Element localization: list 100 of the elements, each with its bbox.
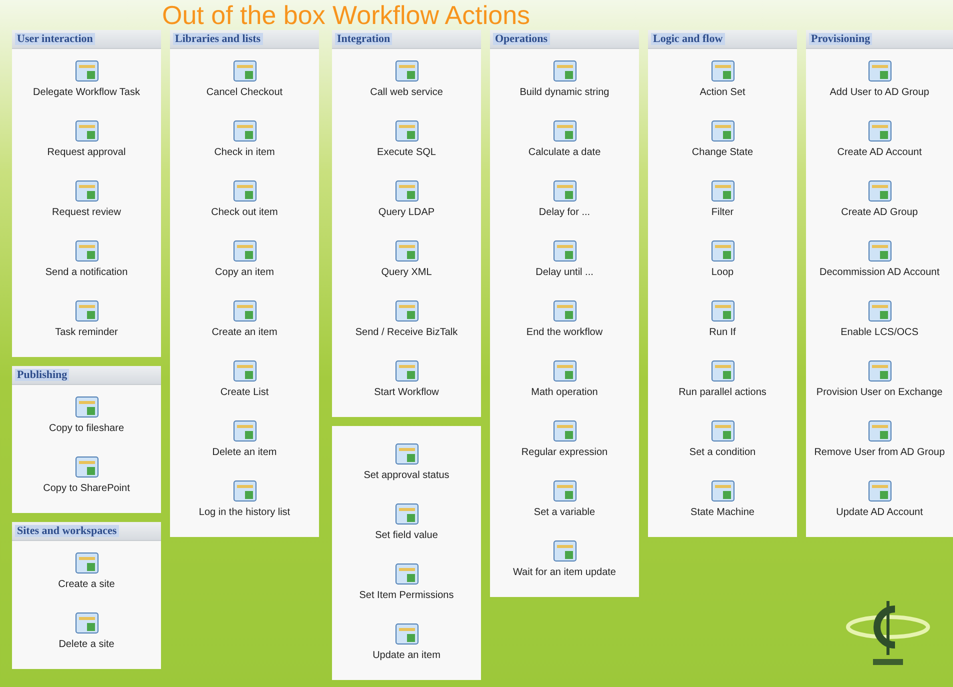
action-item[interactable]: Delay until ... (490, 229, 639, 289)
action-item[interactable]: Delete an item (170, 409, 319, 469)
action-item[interactable]: Set field value (332, 492, 481, 552)
action-item[interactable]: Create a site (12, 541, 161, 601)
action-item[interactable]: Create an item (170, 289, 319, 349)
action-item[interactable]: Add User to AD Group (806, 49, 953, 109)
action-tile-icon (232, 179, 256, 203)
action-item[interactable]: Execute SQL (332, 109, 481, 169)
action-tile-icon (394, 442, 418, 466)
action-item[interactable]: Set a variable (490, 469, 639, 529)
slide-title: Out of the box Workflow Actions (161, 0, 532, 30)
action-tile-icon (868, 179, 892, 203)
action-tile-icon (394, 299, 418, 323)
action-tile-icon (74, 59, 98, 83)
panel-heading: Integration (335, 33, 392, 45)
action-tile-icon (552, 419, 576, 443)
action-tile-icon (868, 479, 892, 503)
action-tile-icon (868, 419, 892, 443)
action-tile-icon (74, 239, 98, 263)
action-tile-icon (74, 551, 98, 575)
action-tile-icon (868, 299, 892, 323)
action-item[interactable]: Remove User from AD Group (806, 409, 953, 469)
panel-heading: Sites and workspaces (15, 525, 119, 537)
action-item[interactable]: Request approval (12, 109, 161, 169)
action-tile-icon (74, 179, 98, 203)
action-item[interactable]: Set a condition (648, 409, 797, 469)
action-item[interactable]: Task reminder (12, 289, 161, 349)
action-tile-icon (552, 239, 576, 263)
action-item[interactable]: Request review (12, 169, 161, 229)
action-item[interactable]: Filter (648, 169, 797, 229)
action-tile-icon (552, 299, 576, 323)
panel-heading: Provisioning (809, 33, 872, 45)
action-tile-icon (232, 239, 256, 263)
action-item[interactable]: State Machine (648, 469, 797, 529)
action-item[interactable]: End the workflow (490, 289, 639, 349)
action-tile-icon (232, 59, 256, 83)
action-tile-icon (868, 239, 892, 263)
action-item[interactable]: Regular expression (490, 409, 639, 469)
action-tile-icon (868, 359, 892, 383)
action-item[interactable]: Delegate Workflow Task (12, 49, 161, 109)
action-item[interactable]: Action Set (648, 49, 797, 109)
action-tile-icon (74, 455, 98, 479)
action-item[interactable]: Set Item Permissions (332, 552, 481, 612)
action-item[interactable]: Enable LCS/OCS (806, 289, 953, 349)
panel-heading: Logic and flow (651, 33, 725, 45)
action-tile-icon (394, 562, 418, 586)
action-item[interactable]: Math operation (490, 349, 639, 409)
action-item[interactable]: Wait for an item update (490, 529, 639, 589)
action-item[interactable]: Create List (170, 349, 319, 409)
action-item[interactable]: Copy to fileshare (12, 385, 161, 445)
action-tile-icon (74, 395, 98, 419)
action-item[interactable]: Copy an item (170, 229, 319, 289)
action-tile-icon (710, 119, 734, 143)
action-tile-icon (552, 359, 576, 383)
action-item[interactable]: Query XML (332, 229, 481, 289)
action-item[interactable]: Create AD Account (806, 109, 953, 169)
action-item[interactable]: Loop (648, 229, 797, 289)
action-item[interactable]: Send / Receive BizTalk (332, 289, 481, 349)
action-tile-icon (232, 299, 256, 323)
action-item[interactable]: Check in item (170, 109, 319, 169)
action-tile-icon (868, 119, 892, 143)
action-item[interactable]: Start Workflow (332, 349, 481, 409)
panel-heading: Operations (493, 33, 550, 45)
action-item[interactable]: Run If (648, 289, 797, 349)
action-item[interactable]: Copy to SharePoint (12, 445, 161, 505)
action-item[interactable]: Build dynamic string (490, 49, 639, 109)
action-item[interactable]: Provision User on Exchange (806, 349, 953, 409)
action-item[interactable]: Log in the history list (170, 469, 319, 529)
action-item[interactable]: Calculate a date (490, 109, 639, 169)
action-tile-icon (394, 179, 418, 203)
action-item[interactable]: Update AD Account (806, 469, 953, 529)
action-tile-icon (394, 119, 418, 143)
action-tile-icon (868, 59, 892, 83)
action-tile-icon (232, 419, 256, 443)
panel-heading: Publishing (15, 369, 70, 381)
action-item[interactable]: Check out item (170, 169, 319, 229)
action-item[interactable]: Change State (648, 109, 797, 169)
action-tile-icon (74, 299, 98, 323)
action-item[interactable]: Delete a site (12, 601, 161, 661)
action-tile-icon (552, 539, 576, 563)
action-tile-icon (74, 119, 98, 143)
action-item[interactable]: Cancel Checkout (170, 49, 319, 109)
action-item[interactable]: Decommission AD Account (806, 229, 953, 289)
action-tile-icon (232, 359, 256, 383)
action-item[interactable]: Call web service (332, 49, 481, 109)
action-item[interactable]: Query LDAP (332, 169, 481, 229)
action-tile-icon (710, 479, 734, 503)
action-tile-icon (552, 59, 576, 83)
action-item[interactable]: Update an item (332, 612, 481, 672)
action-item[interactable]: Create AD Group (806, 169, 953, 229)
action-tile-icon (710, 359, 734, 383)
action-item[interactable]: Set approval status (332, 432, 481, 492)
action-item[interactable]: Delay for ... (490, 169, 639, 229)
action-tile-icon (552, 479, 576, 503)
action-tile-icon (552, 119, 576, 143)
action-tile-icon (74, 611, 98, 635)
action-item[interactable]: Send a notification (12, 229, 161, 289)
action-item[interactable]: Run parallel actions (648, 349, 797, 409)
action-tile-icon (710, 179, 734, 203)
action-tile-icon (394, 359, 418, 383)
